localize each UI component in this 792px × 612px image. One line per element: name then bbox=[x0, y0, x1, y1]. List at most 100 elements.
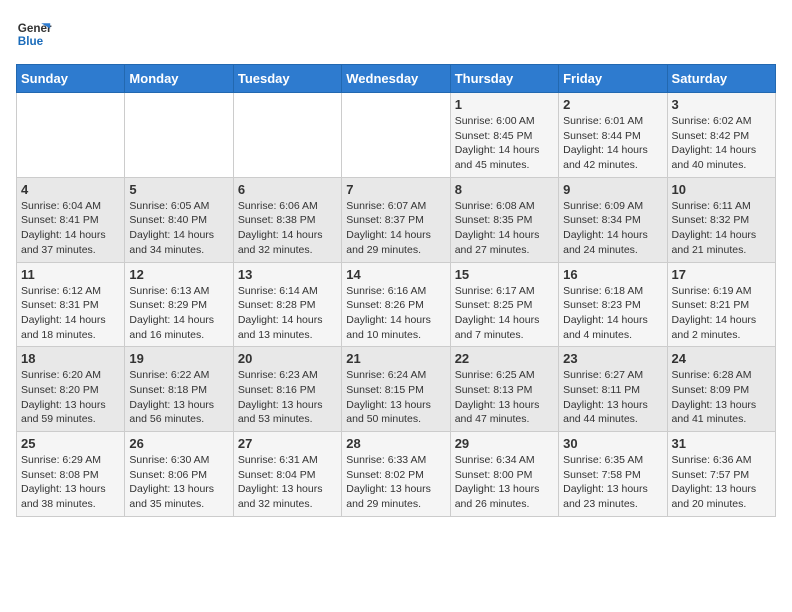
day-number: 18 bbox=[21, 351, 120, 366]
day-number: 11 bbox=[21, 267, 120, 282]
day-number: 31 bbox=[672, 436, 771, 451]
day-info: Sunrise: 6:24 AM Sunset: 8:15 PM Dayligh… bbox=[346, 368, 445, 427]
day-number: 29 bbox=[455, 436, 554, 451]
day-info: Sunrise: 6:04 AM Sunset: 8:41 PM Dayligh… bbox=[21, 199, 120, 258]
day-info: Sunrise: 6:09 AM Sunset: 8:34 PM Dayligh… bbox=[563, 199, 662, 258]
day-number: 13 bbox=[238, 267, 337, 282]
calendar-cell bbox=[125, 93, 233, 178]
day-info: Sunrise: 6:28 AM Sunset: 8:09 PM Dayligh… bbox=[672, 368, 771, 427]
calendar-cell: 4Sunrise: 6:04 AM Sunset: 8:41 PM Daylig… bbox=[17, 177, 125, 262]
day-number: 30 bbox=[563, 436, 662, 451]
calendar-cell: 21 Sunrise: 6:24 AM Sunset: 8:15 PM Dayli… bbox=[342, 347, 450, 432]
day-info: Sunrise: 6:27 AM Sunset: 8:11 PM Dayligh… bbox=[563, 368, 662, 427]
col-header-monday: Monday bbox=[125, 65, 233, 93]
day-number: 12 bbox=[129, 267, 228, 282]
day-number: 8 bbox=[455, 182, 554, 197]
calendar-cell: 7 Sunrise: 6:07 AM Sunset: 8:37 PM Daylig… bbox=[342, 177, 450, 262]
calendar-cell: 5Sunrise: 6:05 AM Sunset: 8:40 PM Daylig… bbox=[125, 177, 233, 262]
calendar-cell: 29Sunrise: 6:34 AM Sunset: 8:00 PM Dayli… bbox=[450, 432, 558, 517]
day-info: Sunrise: 6:13 AM Sunset: 8:29 PM Dayligh… bbox=[129, 284, 228, 343]
calendar-cell: 14 Sunrise: 6:16 AM Sunset: 8:26 PM Dayli… bbox=[342, 262, 450, 347]
day-info: Sunrise: 6:16 AM Sunset: 8:26 PM Dayligh… bbox=[346, 284, 445, 343]
day-number: 9 bbox=[563, 182, 662, 197]
calendar-header-row: SundayMondayTuesdayWednesdayThursdayFrid… bbox=[17, 65, 776, 93]
day-number: 25 bbox=[21, 436, 120, 451]
svg-text:Blue: Blue bbox=[18, 35, 44, 48]
calendar-cell: 17Sunrise: 6:19 AM Sunset: 8:21 PM Dayli… bbox=[667, 262, 775, 347]
day-number: 21 bbox=[346, 351, 445, 366]
day-info: Sunrise: 6:31 AM Sunset: 8:04 PM Dayligh… bbox=[238, 453, 337, 512]
calendar-cell bbox=[342, 93, 450, 178]
day-info: Sunrise: 6:08 AM Sunset: 8:35 PM Dayligh… bbox=[455, 199, 554, 258]
calendar-cell: 16Sunrise: 6:18 AM Sunset: 8:23 PM Dayli… bbox=[559, 262, 667, 347]
day-number: 26 bbox=[129, 436, 228, 451]
calendar-cell: 9 Sunrise: 6:09 AM Sunset: 8:34 PM Daylig… bbox=[559, 177, 667, 262]
day-number: 20 bbox=[238, 351, 337, 366]
calendar-cell: 3Sunrise: 6:02 AM Sunset: 8:42 PM Daylig… bbox=[667, 93, 775, 178]
calendar-cell: 27 Sunrise: 6:31 AM Sunset: 8:04 PM Dayli… bbox=[233, 432, 341, 517]
day-info: Sunrise: 6:36 AM Sunset: 7:57 PM Dayligh… bbox=[672, 453, 771, 512]
day-number: 10 bbox=[672, 182, 771, 197]
day-number: 2 bbox=[563, 97, 662, 112]
day-info: Sunrise: 6:23 AM Sunset: 8:16 PM Dayligh… bbox=[238, 368, 337, 427]
calendar-week-5: 25 Sunrise: 6:29 AM Sunset: 8:08 PM Dayli… bbox=[17, 432, 776, 517]
day-number: 15 bbox=[455, 267, 554, 282]
day-info: Sunrise: 6:35 AM Sunset: 7:58 PM Dayligh… bbox=[563, 453, 662, 512]
calendar-cell: 8 Sunrise: 6:08 AM Sunset: 8:35 PM Daylig… bbox=[450, 177, 558, 262]
day-info: Sunrise: 6:25 AM Sunset: 8:13 PM Dayligh… bbox=[455, 368, 554, 427]
day-number: 22 bbox=[455, 351, 554, 366]
day-number: 24 bbox=[672, 351, 771, 366]
day-info: Sunrise: 6:14 AM Sunset: 8:28 PM Dayligh… bbox=[238, 284, 337, 343]
calendar-cell: 13 Sunrise: 6:14 AM Sunset: 8:28 PM Dayli… bbox=[233, 262, 341, 347]
day-info: Sunrise: 6:33 AM Sunset: 8:02 PM Dayligh… bbox=[346, 453, 445, 512]
calendar-cell: 23 Sunrise: 6:27 AM Sunset: 8:11 PM Dayli… bbox=[559, 347, 667, 432]
calendar-cell bbox=[17, 93, 125, 178]
calendar-cell: 19Sunrise: 6:22 AM Sunset: 8:18 PM Dayli… bbox=[125, 347, 233, 432]
day-number: 27 bbox=[238, 436, 337, 451]
day-info: Sunrise: 6:17 AM Sunset: 8:25 PM Dayligh… bbox=[455, 284, 554, 343]
col-header-friday: Friday bbox=[559, 65, 667, 93]
col-header-tuesday: Tuesday bbox=[233, 65, 341, 93]
day-info: Sunrise: 6:22 AM Sunset: 8:18 PM Dayligh… bbox=[129, 368, 228, 427]
calendar-week-2: 4Sunrise: 6:04 AM Sunset: 8:41 PM Daylig… bbox=[17, 177, 776, 262]
calendar-week-1: 1Sunrise: 6:00 AM Sunset: 8:45 PM Daylig… bbox=[17, 93, 776, 178]
calendar-cell: 31 Sunrise: 6:36 AM Sunset: 7:57 PM Dayli… bbox=[667, 432, 775, 517]
calendar-cell: 15 Sunrise: 6:17 AM Sunset: 8:25 PM Dayli… bbox=[450, 262, 558, 347]
day-number: 5 bbox=[129, 182, 228, 197]
logo: General Blue bbox=[16, 16, 52, 52]
calendar-week-4: 18Sunrise: 6:20 AM Sunset: 8:20 PM Dayli… bbox=[17, 347, 776, 432]
calendar-week-3: 11 Sunrise: 6:12 AM Sunset: 8:31 PM Dayli… bbox=[17, 262, 776, 347]
calendar-cell: 25 Sunrise: 6:29 AM Sunset: 8:08 PM Dayli… bbox=[17, 432, 125, 517]
calendar-cell: 10 Sunrise: 6:11 AM Sunset: 8:32 PM Dayli… bbox=[667, 177, 775, 262]
day-number: 28 bbox=[346, 436, 445, 451]
day-info: Sunrise: 6:00 AM Sunset: 8:45 PM Dayligh… bbox=[455, 114, 554, 173]
calendar-cell: 30 Sunrise: 6:35 AM Sunset: 7:58 PM Dayli… bbox=[559, 432, 667, 517]
day-number: 7 bbox=[346, 182, 445, 197]
day-info: Sunrise: 6:29 AM Sunset: 8:08 PM Dayligh… bbox=[21, 453, 120, 512]
calendar-cell: 24 Sunrise: 6:28 AM Sunset: 8:09 PM Dayli… bbox=[667, 347, 775, 432]
day-info: Sunrise: 6:07 AM Sunset: 8:37 PM Dayligh… bbox=[346, 199, 445, 258]
calendar-cell: 12 Sunrise: 6:13 AM Sunset: 8:29 PM Dayli… bbox=[125, 262, 233, 347]
calendar-cell bbox=[233, 93, 341, 178]
day-info: Sunrise: 6:11 AM Sunset: 8:32 PM Dayligh… bbox=[672, 199, 771, 258]
day-number: 23 bbox=[563, 351, 662, 366]
day-number: 14 bbox=[346, 267, 445, 282]
col-header-wednesday: Wednesday bbox=[342, 65, 450, 93]
calendar-table: SundayMondayTuesdayWednesdayThursdayFrid… bbox=[16, 64, 776, 517]
calendar-cell: 26Sunrise: 6:30 AM Sunset: 8:06 PM Dayli… bbox=[125, 432, 233, 517]
col-header-sunday: Sunday bbox=[17, 65, 125, 93]
day-info: Sunrise: 6:18 AM Sunset: 8:23 PM Dayligh… bbox=[563, 284, 662, 343]
col-header-thursday: Thursday bbox=[450, 65, 558, 93]
day-info: Sunrise: 6:12 AM Sunset: 8:31 PM Dayligh… bbox=[21, 284, 120, 343]
day-number: 3 bbox=[672, 97, 771, 112]
col-header-saturday: Saturday bbox=[667, 65, 775, 93]
calendar-cell: 22 Sunrise: 6:25 AM Sunset: 8:13 PM Dayli… bbox=[450, 347, 558, 432]
day-info: Sunrise: 6:19 AM Sunset: 8:21 PM Dayligh… bbox=[672, 284, 771, 343]
calendar-cell: 28 Sunrise: 6:33 AM Sunset: 8:02 PM Dayli… bbox=[342, 432, 450, 517]
calendar-cell: 11 Sunrise: 6:12 AM Sunset: 8:31 PM Dayli… bbox=[17, 262, 125, 347]
day-info: Sunrise: 6:01 AM Sunset: 8:44 PM Dayligh… bbox=[563, 114, 662, 173]
page-header: General Blue bbox=[16, 16, 776, 52]
day-number: 6 bbox=[238, 182, 337, 197]
calendar-cell: 18Sunrise: 6:20 AM Sunset: 8:20 PM Dayli… bbox=[17, 347, 125, 432]
calendar-cell: 1Sunrise: 6:00 AM Sunset: 8:45 PM Daylig… bbox=[450, 93, 558, 178]
